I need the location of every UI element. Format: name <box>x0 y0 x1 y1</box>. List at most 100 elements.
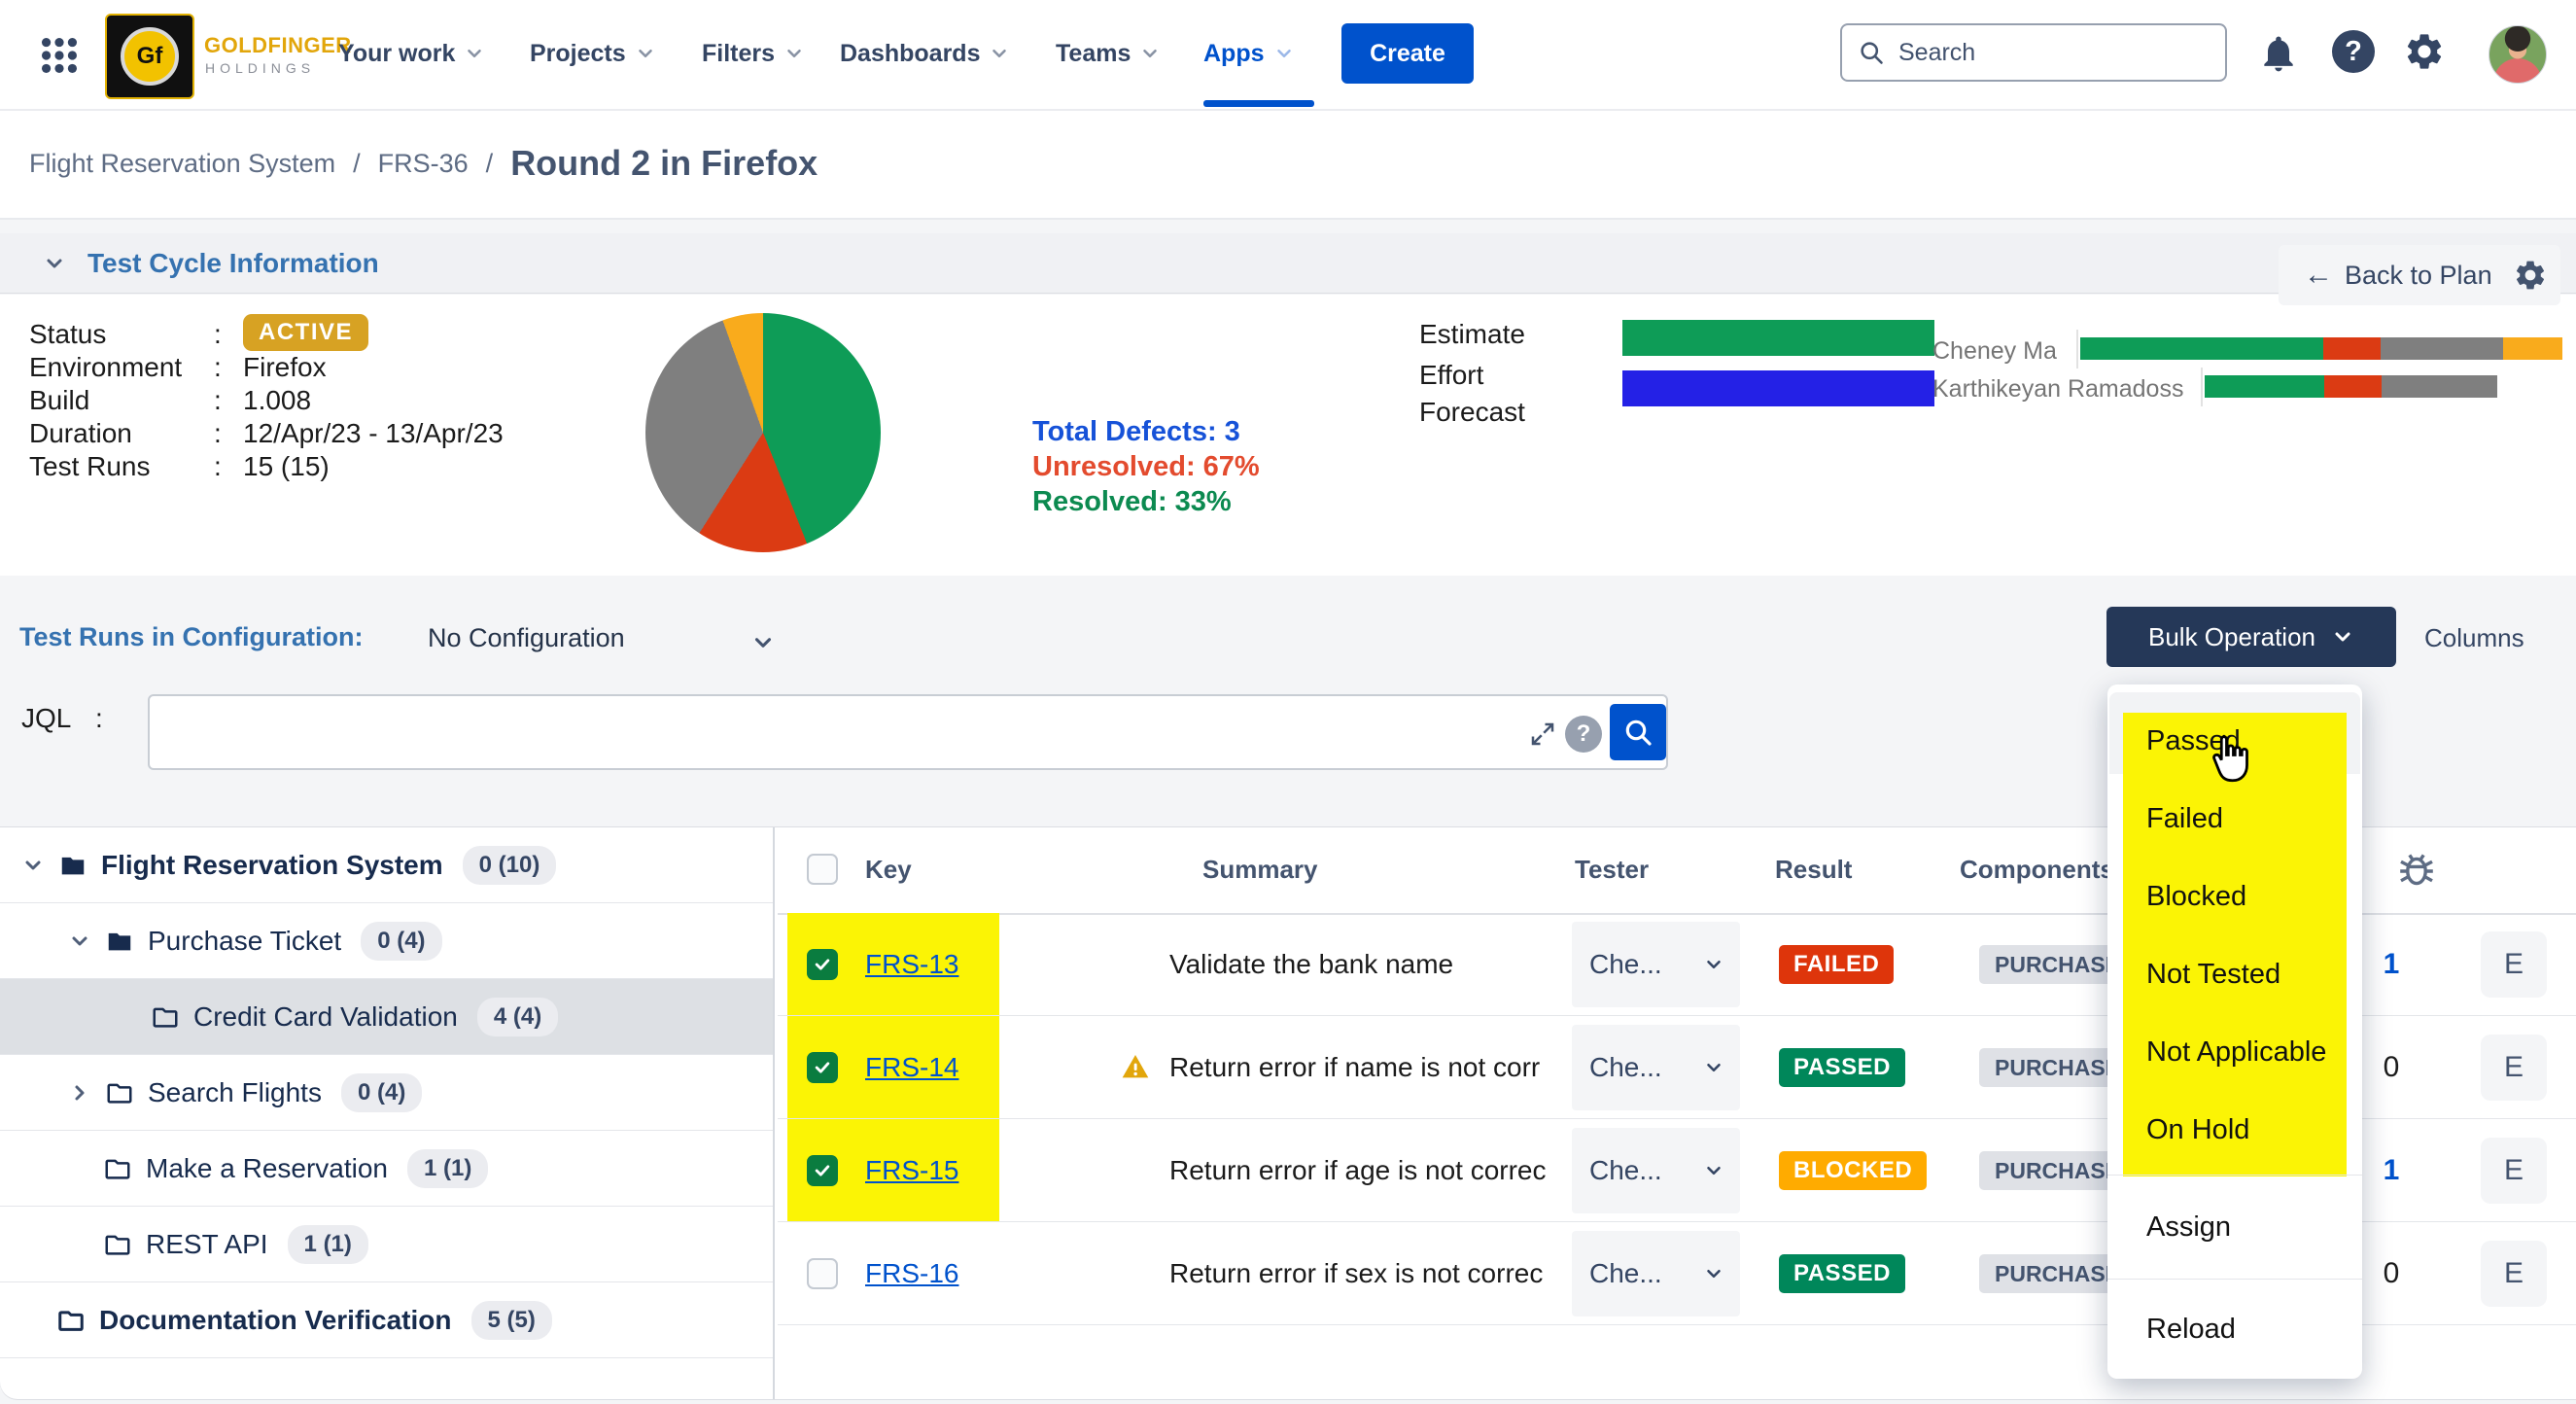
chevron-down-icon <box>1703 1057 1724 1078</box>
result-badge: PASSED <box>1779 1254 1905 1293</box>
settings-gear-icon[interactable] <box>2403 30 2446 73</box>
menu-item-on-hold[interactable]: On Hold <box>2146 1091 2341 1169</box>
defect-count: 0 <box>2362 1016 2420 1118</box>
column-header-tester[interactable]: Tester <box>1575 855 1649 885</box>
menu-item-failed[interactable]: Failed <box>2146 780 2341 858</box>
defect-count-link[interactable]: 1 <box>2362 1119 2420 1221</box>
menu-item-assign[interactable]: Assign <box>2146 1188 2341 1266</box>
columns-button[interactable]: Columns <box>2424 623 2524 653</box>
menu-divider <box>2107 1175 2362 1176</box>
bar-axis-tick <box>2076 330 2078 369</box>
folder-icon <box>58 851 87 880</box>
column-header-components[interactable]: Components <box>1960 855 2114 885</box>
company-logo[interactable]: Gf <box>105 14 194 99</box>
menu-item-not-tested[interactable]: Not Tested <box>2146 935 2341 1013</box>
metric-label-effort: Effort <box>1419 360 1483 391</box>
tree-item-credit-card-validation[interactable]: Credit Card Validation 4 (4) <box>0 979 773 1055</box>
column-header-result[interactable]: Result <box>1775 855 1852 885</box>
tester-select[interactable]: Che... <box>1572 1025 1740 1110</box>
nav-filters[interactable]: Filters <box>702 0 805 107</box>
bar-axis-tick <box>2201 368 2203 406</box>
folder-outline-icon <box>56 1306 86 1335</box>
global-search[interactable] <box>1840 23 2227 82</box>
chevron-down-icon <box>1139 43 1161 64</box>
breadcrumb-project-link[interactable]: Flight Reservation System <box>29 149 335 179</box>
defect-count-link[interactable]: 1 <box>2362 913 2420 1015</box>
tree-item-rest-api[interactable]: REST API 1 (1) <box>0 1207 773 1282</box>
app-switcher-icon[interactable] <box>37 33 82 78</box>
menu-item-not-applicable[interactable]: Not Applicable <box>2146 1013 2341 1091</box>
column-header-summary[interactable]: Summary <box>1202 855 1318 885</box>
row-checkbox[interactable] <box>807 1052 838 1083</box>
menu-item-blocked[interactable]: Blocked <box>2146 858 2341 935</box>
tester-select[interactable]: Che... <box>1572 922 1740 1007</box>
chevron-down-icon <box>1703 1263 1724 1284</box>
column-header-key[interactable]: Key <box>865 855 912 885</box>
nav-apps[interactable]: Apps <box>1203 0 1295 107</box>
jql-help-icon[interactable]: ? <box>1565 716 1602 753</box>
menu-item-reload[interactable]: Reload <box>2146 1290 2341 1368</box>
tree-item-make-a-reservation[interactable]: Make a Reservation 1 (1) <box>0 1131 773 1207</box>
nav-teams[interactable]: Teams <box>1056 0 1161 107</box>
breadcrumb-issue-link[interactable]: FRS-36 <box>378 149 469 179</box>
search-icon <box>1858 39 1885 66</box>
help-icon[interactable]: ? <box>2332 30 2375 73</box>
row-checkbox[interactable] <box>807 949 838 980</box>
mouse-cursor-hand-icon <box>2203 731 2257 786</box>
field-value: 12/Apr/23 - 13/Apr/23 <box>243 418 504 449</box>
testrun-count-badge: 1 (1) <box>407 1149 488 1188</box>
config-bar-label: Test Runs in Configuration: <box>19 622 363 652</box>
jql-search-button[interactable] <box>1610 704 1666 760</box>
cycle-settings-gear-icon[interactable] <box>2500 245 2560 305</box>
assignee-name: Karthikeyan Ramadoss <box>1932 375 2183 404</box>
testrun-key-link[interactable]: FRS-13 <box>865 913 958 1015</box>
field-colon: : <box>214 319 222 350</box>
tester-select[interactable]: Che... <box>1572 1128 1740 1213</box>
bulk-operation-menu: Passed Failed Blocked Not Tested Not App… <box>2107 684 2362 1379</box>
field-value: 15 (15) <box>243 451 330 482</box>
test-cycle-panel: Status : ACTIVE Environment : Firefox Bu… <box>0 295 2576 576</box>
chevron-down-icon <box>635 43 656 64</box>
execute-button[interactable]: E <box>2481 931 2547 998</box>
row-checkbox[interactable] <box>807 1155 838 1186</box>
logo-name: GOLDFINGER <box>204 33 352 58</box>
select-all-checkbox[interactable] <box>807 854 838 885</box>
testrun-summary: Return error if age is not correc <box>1169 1119 1547 1221</box>
test-suite-tree: Flight Reservation System 0 (10) Purchas… <box>0 827 775 1399</box>
row-checkbox[interactable] <box>807 1258 838 1289</box>
tree-item-documentation-verification[interactable]: Documentation Verification 5 (5) <box>0 1282 773 1358</box>
test-cycle-section-header[interactable]: Test Cycle Information <box>0 233 2576 294</box>
configuration-select[interactable]: No Configuration <box>428 623 625 653</box>
testrun-key-link[interactable]: FRS-16 <box>865 1222 958 1324</box>
nav-dashboards[interactable]: Dashboards <box>840 0 1010 107</box>
execute-button[interactable]: E <box>2481 1241 2547 1307</box>
chevron-down-icon[interactable] <box>750 630 776 655</box>
bulk-operation-button[interactable]: Bulk Operation <box>2106 607 2396 667</box>
breadcrumb-separator: / <box>486 149 494 179</box>
testrun-key-link[interactable]: FRS-14 <box>865 1016 958 1118</box>
chevron-down-icon <box>1273 43 1295 64</box>
resolved-text: Resolved: 33% <box>1032 486 1232 518</box>
expand-icon[interactable] <box>1528 720 1557 749</box>
tree-item-purchase-ticket[interactable]: Purchase Ticket 0 (4) <box>0 903 773 979</box>
execute-button[interactable]: E <box>2481 1138 2547 1204</box>
testrun-key-link[interactable]: FRS-15 <box>865 1119 958 1221</box>
user-avatar[interactable] <box>2489 25 2547 84</box>
tree-item-flight-reservation-system[interactable]: Flight Reservation System 0 (10) <box>0 827 773 903</box>
tree-item-search-flights[interactable]: Search Flights 0 (4) <box>0 1055 773 1131</box>
chevron-down-icon <box>1703 1160 1724 1181</box>
jql-input[interactable] <box>148 694 1668 770</box>
arrow-left-icon: ← <box>2304 259 2333 292</box>
result-badge: PASSED <box>1779 1048 1905 1087</box>
create-button[interactable]: Create <box>1341 23 1474 84</box>
execute-button[interactable]: E <box>2481 1035 2547 1101</box>
search-input[interactable] <box>1897 38 2192 68</box>
nav-projects[interactable]: Projects <box>530 0 656 107</box>
nav-your-work[interactable]: Your work <box>338 0 485 107</box>
chevron-down-icon <box>2331 625 2354 649</box>
chevron-down-icon <box>21 854 45 877</box>
notifications-bell-icon[interactable] <box>2257 32 2300 75</box>
collapse-chevron-icon <box>43 252 66 275</box>
tester-select[interactable]: Che... <box>1572 1231 1740 1316</box>
back-to-plan-button[interactable]: ← Back to Plan <box>2279 245 2518 305</box>
